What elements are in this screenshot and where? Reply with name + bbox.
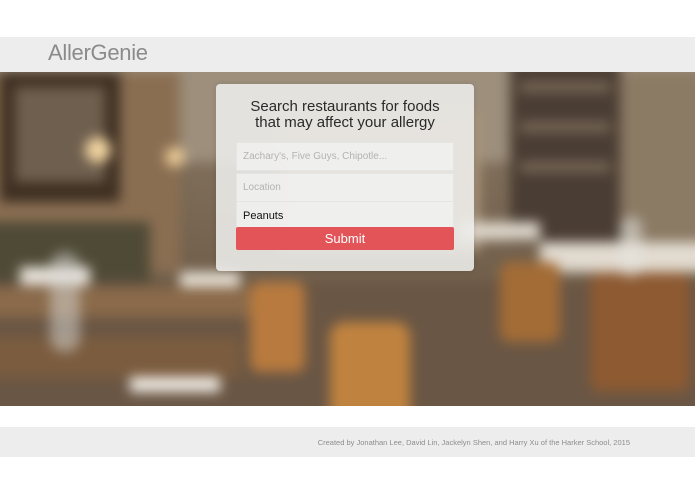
header-bar: AllerGenie [0,37,695,72]
page: AllerGenie Search restaurants for foods … [0,0,695,494]
restaurant-input[interactable] [236,142,454,171]
footer-bar: Created by Jonathan Lee, David Lin, Jack… [0,427,695,457]
title-line-1: Search restaurants for foods [250,98,440,115]
location-input[interactable] [236,173,454,202]
search-card: Search restaurants for foods that may af… [216,84,474,271]
credits-text: Created by Jonathan Lee, David Lin, Jack… [317,438,630,447]
title-line-2: that may affect your allergy [255,114,435,131]
submit-button[interactable]: Submit [236,227,454,250]
search-card-title: Search restaurants for foods that may af… [216,99,474,131]
allergy-input[interactable] [236,201,454,230]
app-logo[interactable]: AllerGenie [48,40,148,66]
